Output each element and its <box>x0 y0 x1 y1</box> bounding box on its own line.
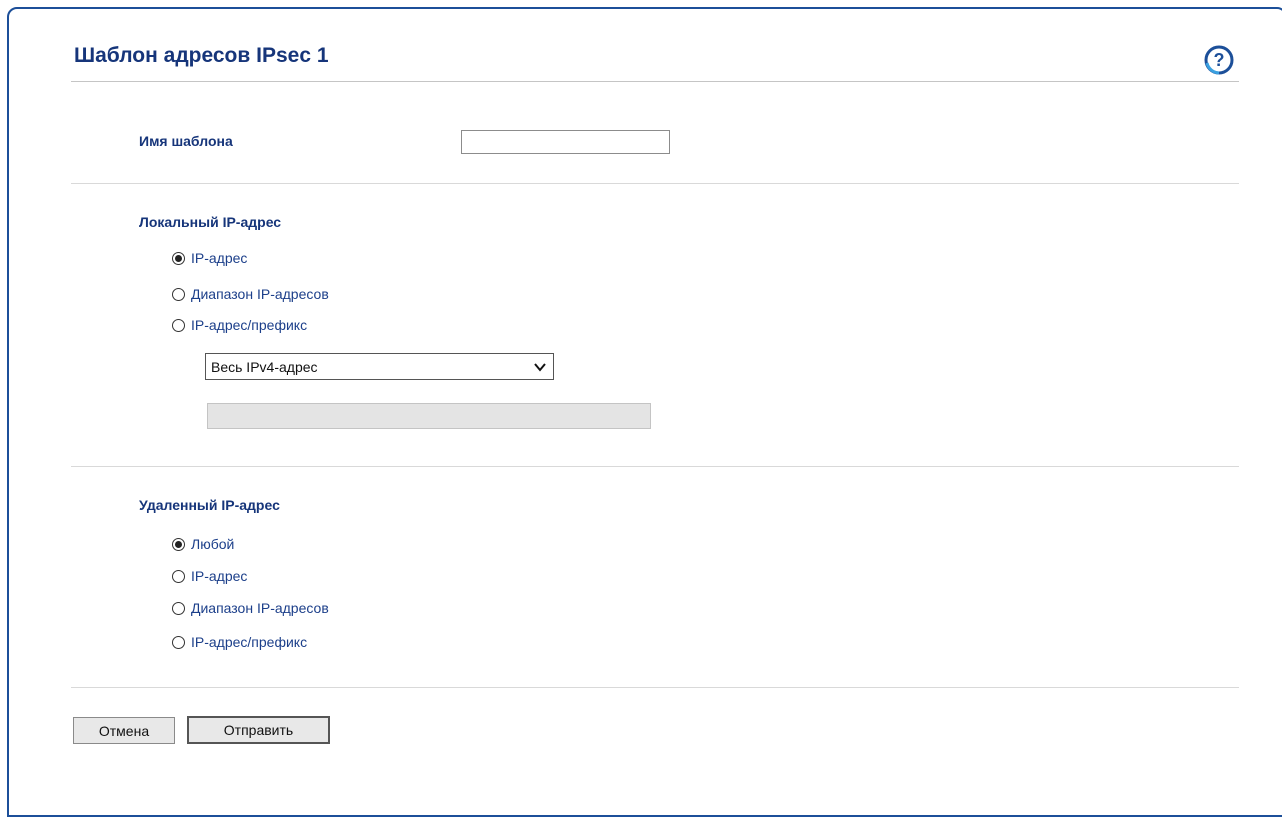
cancel-button[interactable]: Отмена <box>73 717 175 744</box>
radio-button[interactable] <box>172 569 185 583</box>
radio-button[interactable] <box>172 287 185 301</box>
local-ip-option-ip-address[interactable]: IP-адрес <box>172 248 247 268</box>
local-ip-heading: Локальный IP-адрес <box>139 214 282 230</box>
template-name-label: Имя шаблона <box>139 133 233 149</box>
radio-label: IP-адрес <box>191 568 248 584</box>
select-value: Весь IPv4-адрес <box>211 358 318 375</box>
radio-label: IP-адрес/префикс <box>191 317 308 333</box>
submit-button[interactable]: Отправить <box>187 716 330 744</box>
radio-label: Любой <box>191 536 235 552</box>
remote-ip-option-any[interactable]: Любой <box>172 534 234 554</box>
page-title: Шаблон адресов IPsec 1 <box>74 44 329 67</box>
svg-text:?: ? <box>1214 50 1225 70</box>
radio-button-checked[interactable] <box>172 251 185 265</box>
help-question-icon[interactable]: ? <box>1204 45 1234 75</box>
template-name-input[interactable] <box>461 130 670 154</box>
radio-label: Диапазон IP-адресов <box>191 600 329 616</box>
radio-label: IP-адрес/префикс <box>191 634 308 650</box>
local-ip-option-ip-prefix[interactable]: IP-адрес/префикс <box>172 315 307 335</box>
radio-label: IP-адрес <box>191 250 248 266</box>
section-divider <box>71 687 1239 688</box>
radio-button[interactable] <box>172 635 185 649</box>
remote-ip-heading: Удаленный IP-адрес <box>139 497 280 513</box>
local-ip-address-input <box>207 403 651 429</box>
local-ip-option-ip-range[interactable]: Диапазон IP-адресов <box>172 284 329 304</box>
title-divider <box>71 81 1239 82</box>
local-ip-type-select[interactable]: Весь IPv4-адрес <box>205 353 554 380</box>
radio-button-checked[interactable] <box>172 537 185 551</box>
radio-button[interactable] <box>172 601 185 615</box>
chevron-down-icon <box>534 363 546 372</box>
remote-ip-option-ip-address[interactable]: IP-адрес <box>172 566 247 586</box>
radio-button[interactable] <box>172 318 185 332</box>
section-divider <box>71 466 1239 467</box>
remote-ip-option-ip-prefix[interactable]: IP-адрес/префикс <box>172 632 307 652</box>
remote-ip-option-ip-range[interactable]: Диапазон IP-адресов <box>172 598 329 618</box>
section-divider <box>71 183 1239 184</box>
radio-label: Диапазон IP-адресов <box>191 286 329 302</box>
